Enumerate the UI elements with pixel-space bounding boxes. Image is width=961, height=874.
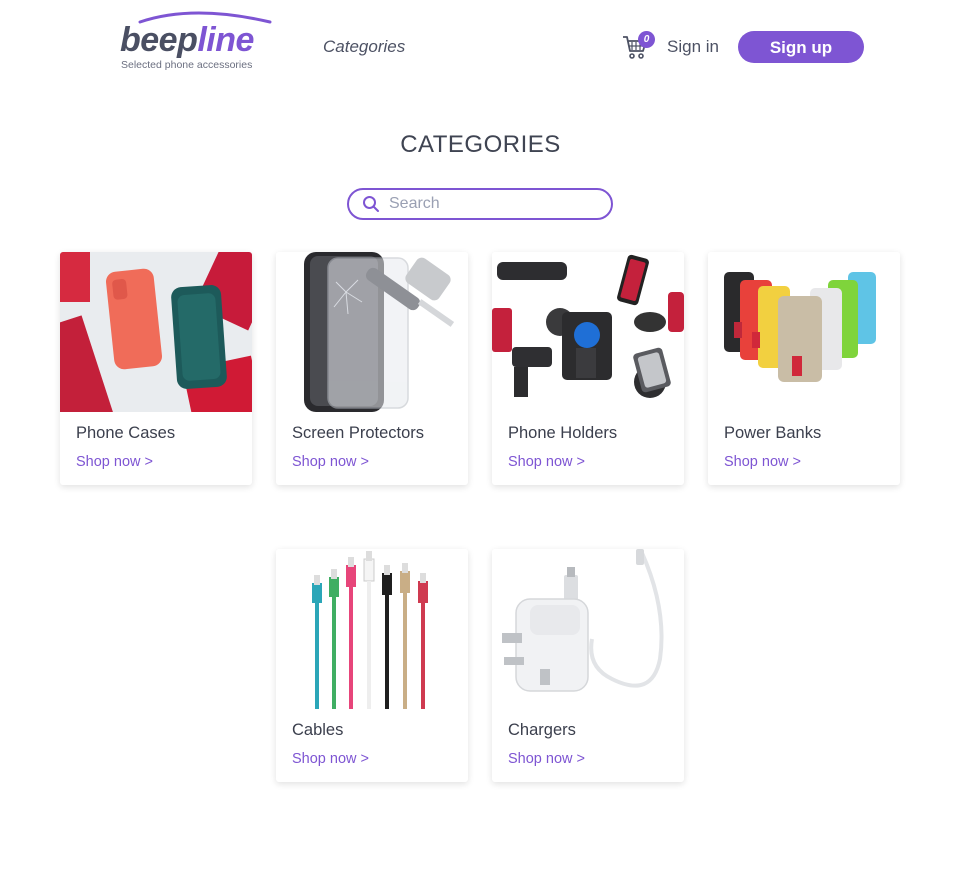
shop-now-link[interactable]: Shop now > bbox=[508, 751, 585, 767]
screen-protectors-image bbox=[276, 252, 468, 412]
search-icon bbox=[363, 196, 379, 212]
category-title: Screen Protectors bbox=[292, 424, 425, 442]
logo-word-line: line bbox=[197, 21, 254, 59]
category-title: Phone Cases bbox=[76, 424, 176, 442]
category-title: Chargers bbox=[508, 721, 576, 739]
brand-logo[interactable]: beepline Selected phone accessories bbox=[120, 10, 280, 72]
logo-tagline: Selected phone accessories bbox=[121, 59, 253, 71]
chargers-image bbox=[492, 549, 684, 709]
shop-now-link[interactable]: Shop now > bbox=[508, 454, 585, 470]
signup-button[interactable]: Sign up bbox=[738, 31, 864, 63]
signin-link[interactable]: Sign in bbox=[667, 37, 719, 57]
shop-now-link[interactable]: Shop now > bbox=[292, 751, 369, 767]
shop-now-link[interactable]: Shop now > bbox=[292, 454, 369, 470]
category-title: Cables bbox=[292, 721, 344, 739]
phone-holders-image bbox=[492, 252, 684, 412]
category-card-power-banks[interactable]: Power Banks Shop now > bbox=[708, 252, 900, 485]
search-input[interactable] bbox=[389, 194, 589, 214]
logo-wordmark: beepline bbox=[120, 20, 254, 60]
category-card-phone-holders[interactable]: Phone Holders Shop now > bbox=[492, 252, 684, 485]
search-box[interactable] bbox=[347, 188, 613, 220]
page-title: CATEGORIES bbox=[400, 131, 561, 158]
category-card-chargers[interactable]: Chargers Shop now > bbox=[492, 549, 684, 782]
category-card-phone-cases[interactable]: Phone Cases Shop now > bbox=[60, 252, 252, 485]
shop-now-link[interactable]: Shop now > bbox=[724, 454, 801, 470]
cables-image bbox=[276, 549, 468, 709]
category-card-screen-protectors[interactable]: Screen Protectors Shop now > bbox=[276, 252, 468, 485]
logo-word-beep: beep bbox=[120, 21, 198, 59]
power-banks-image bbox=[708, 252, 900, 412]
phone-cases-image bbox=[60, 252, 252, 412]
category-title: Phone Holders bbox=[508, 424, 618, 442]
category-title: Power Banks bbox=[724, 424, 822, 442]
nav-categories-link[interactable]: Categories bbox=[323, 37, 405, 57]
shop-now-link[interactable]: Shop now > bbox=[76, 454, 153, 470]
category-card-cables[interactable]: Cables Shop now > bbox=[276, 549, 468, 782]
cart-count-badge: 0 bbox=[638, 31, 655, 48]
